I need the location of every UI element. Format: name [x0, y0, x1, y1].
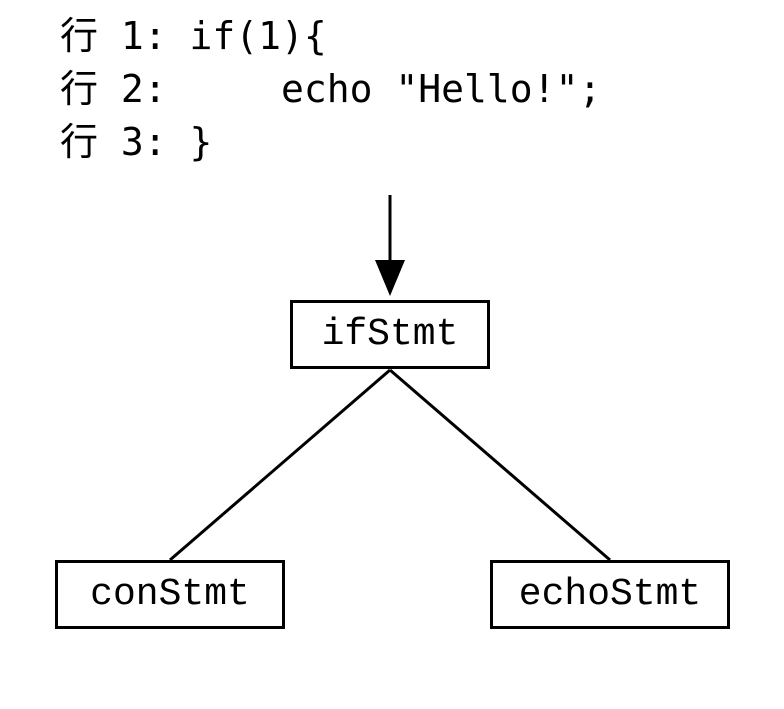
edge-right: [390, 370, 610, 560]
code-line-3: 行 3: }: [60, 116, 601, 169]
node-constmt: conStmt: [55, 560, 285, 629]
code-block: 行 1: if(1){ 行 2: echo "Hello!"; 行 3: }: [60, 10, 601, 170]
edge-left: [170, 370, 390, 560]
line-prefix: 行 1:: [60, 14, 190, 58]
line-prefix: 行 2:: [60, 67, 281, 111]
tree-diagram: ifStmt conStmt echoStmt: [0, 190, 784, 690]
line-code: }: [190, 120, 213, 164]
code-line-1: 行 1: if(1){: [60, 10, 601, 63]
node-ifstmt: ifStmt: [290, 300, 490, 369]
line-prefix: 行 3:: [60, 120, 190, 164]
node-label: conStmt: [90, 573, 250, 616]
line-code: echo "Hello!";: [281, 67, 601, 111]
node-echostmt: echoStmt: [490, 560, 730, 629]
node-label: ifStmt: [322, 313, 459, 356]
line-code: if(1){: [190, 14, 327, 58]
code-line-2: 行 2: echo "Hello!";: [60, 63, 601, 116]
node-label: echoStmt: [519, 573, 701, 616]
